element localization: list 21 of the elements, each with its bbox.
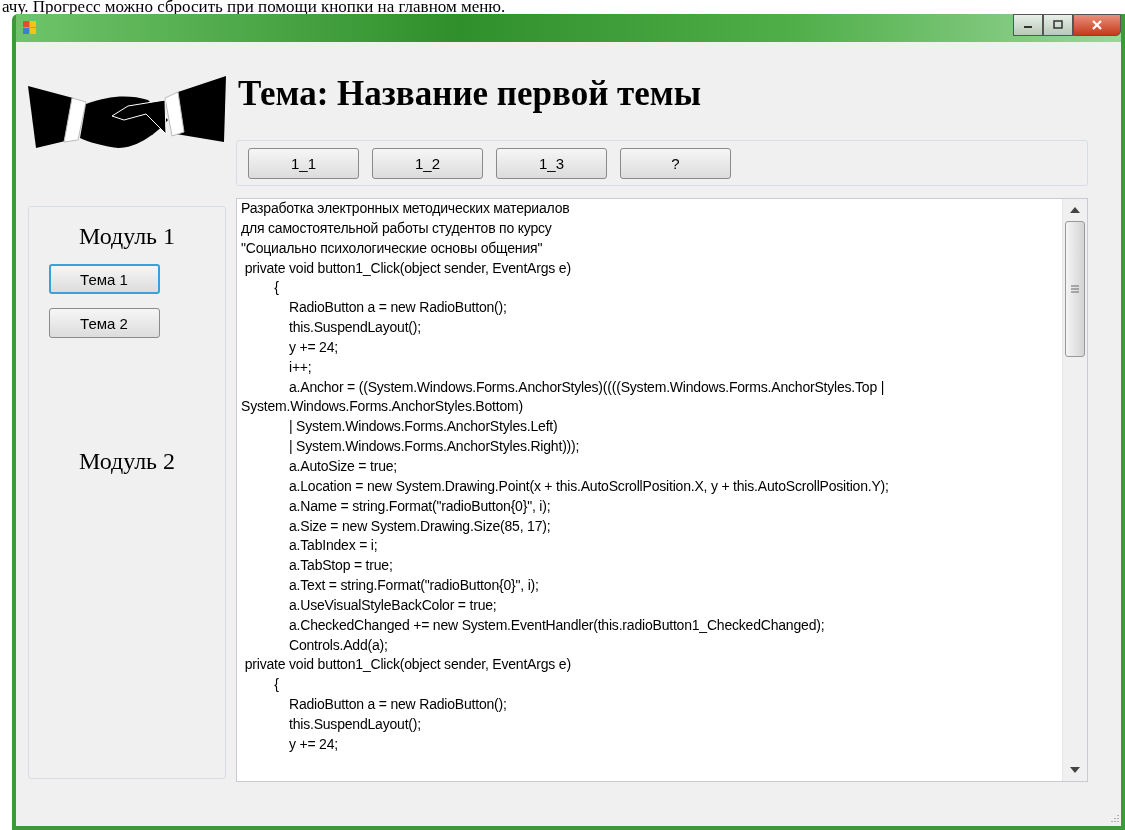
scroll-up-icon[interactable] xyxy=(1070,207,1080,213)
maximize-button[interactable] xyxy=(1043,14,1073,36)
app-icon xyxy=(22,20,38,36)
subtopic-button[interactable]: 1_1 xyxy=(248,147,359,179)
caption-text: ачу. Прогресс можно сбросить при помощи кнопки на главном меню. xyxy=(1,0,507,14)
topic-button[interactable]: Тема 1 xyxy=(48,264,160,294)
close-icon[interactable] xyxy=(1090,19,1104,31)
scrollbar[interactable] xyxy=(1062,199,1087,781)
scroll-down-icon[interactable] xyxy=(1070,767,1080,773)
topic-title: Тема: Название первой темы xyxy=(238,74,702,114)
close-button[interactable] xyxy=(1073,14,1121,36)
module-title: Модуль 1 xyxy=(78,223,176,250)
subtopic-button[interactable]: 1_2 xyxy=(372,147,483,179)
scroll-thumb[interactable] xyxy=(1065,221,1085,357)
topic-button[interactable]: Тема 2 xyxy=(48,308,160,338)
minimize-button[interactable] xyxy=(1013,14,1043,36)
maximize-icon[interactable] xyxy=(1052,20,1064,30)
resize-grip-icon[interactable] xyxy=(1109,814,1119,824)
subtopic-button[interactable]: ? xyxy=(620,147,731,179)
subtopic-button[interactable]: 1_3 xyxy=(496,147,607,179)
module-title: Модуль 2 xyxy=(78,448,176,475)
